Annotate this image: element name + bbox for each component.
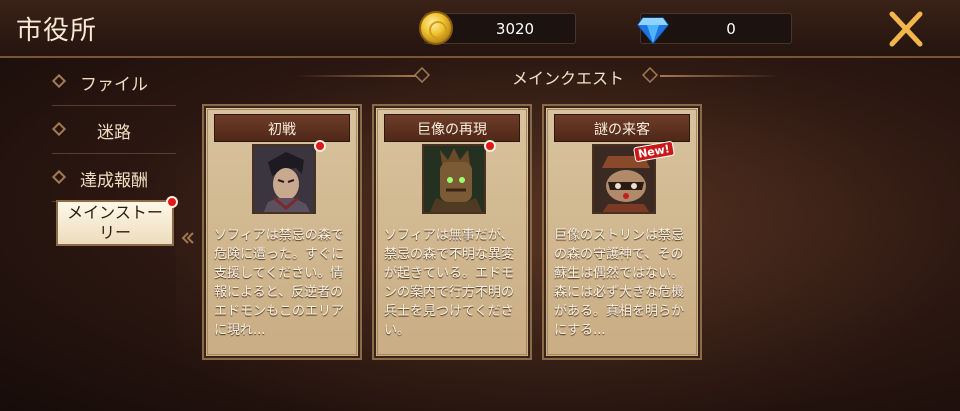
quest-title-tab: 巨像の再現: [384, 114, 520, 142]
sidebar: ファイル 迷路 達成報酬 メインストーリー: [0, 58, 178, 411]
sidebar-item-achievement-rewards[interactable]: 達成報酬: [51, 154, 176, 202]
diamond-gem-icon: [637, 17, 669, 44]
quest-title-tab: 初戦: [214, 114, 350, 142]
ornament-icon: [642, 67, 658, 83]
gold-coin-icon: [419, 11, 453, 45]
sidebar-item-label: ファイル: [80, 75, 148, 95]
quest-title-tab: 謎の来客: [554, 114, 690, 142]
notification-dot: [314, 140, 326, 152]
quest-card[interactable]: 初戦 ソフィアは禁忌の森で危険に遭った。すぐに支援してください。情報によると、反…: [202, 104, 362, 360]
warrior-portrait-icon: [252, 144, 316, 214]
top-bar: 市役所 3020 0: [0, 0, 960, 58]
quest-description: ソフィアは禁忌の森で危険に遭った。すぐに支援してください。情報によると、反逆者の…: [214, 228, 345, 338]
sidebar-item-label: 達成報酬: [80, 171, 148, 191]
quest-title: 初戦: [268, 122, 296, 138]
sidebar-item-label: 迷路: [97, 123, 131, 143]
quest-title: 謎の来客: [594, 122, 650, 138]
quest-card[interactable]: 巨像の再現 ソフィアは無事だが、禁忌の森で不明な異変が起きている。エドモンの案内…: [372, 104, 532, 360]
sidebar-item-maze[interactable]: 迷路: [51, 106, 176, 154]
sidebar-item-file[interactable]: ファイル: [51, 58, 176, 106]
section-header: メインクエスト: [176, 60, 960, 92]
quest-card[interactable]: 謎の来客 New! 巨像のストリンは禁忌の森の守護神で、その蘇生は偶然ではない。…: [542, 104, 702, 360]
gem-amount: 0: [726, 20, 736, 38]
gold-amount: 3020: [495, 20, 535, 38]
quest-description: ソフィアは無事だが、禁忌の森で不明な異変が起きている。エドモンの案内で行方不明の…: [384, 228, 515, 338]
tree-golem-portrait-icon: [422, 144, 486, 214]
section-title: メインクエスト: [511, 69, 624, 88]
sidebar-item-label: メインストーリー: [67, 203, 163, 242]
quest-description: 巨像のストリンは禁忌の森の守護神で、その蘇生は偶然ではない。森には必ず大きな危機…: [554, 228, 685, 338]
notification-dot: [484, 140, 496, 152]
close-x-icon[interactable]: [884, 8, 928, 50]
quest-title: 巨像の再現: [417, 122, 487, 138]
page-title: 市役所: [16, 16, 98, 46]
gem-counter[interactable]: 0: [637, 13, 792, 44]
divider-right: [660, 75, 780, 77]
gold-counter[interactable]: 3020: [419, 11, 576, 45]
sidebar-item-main-story[interactable]: メインストーリー: [56, 196, 178, 246]
